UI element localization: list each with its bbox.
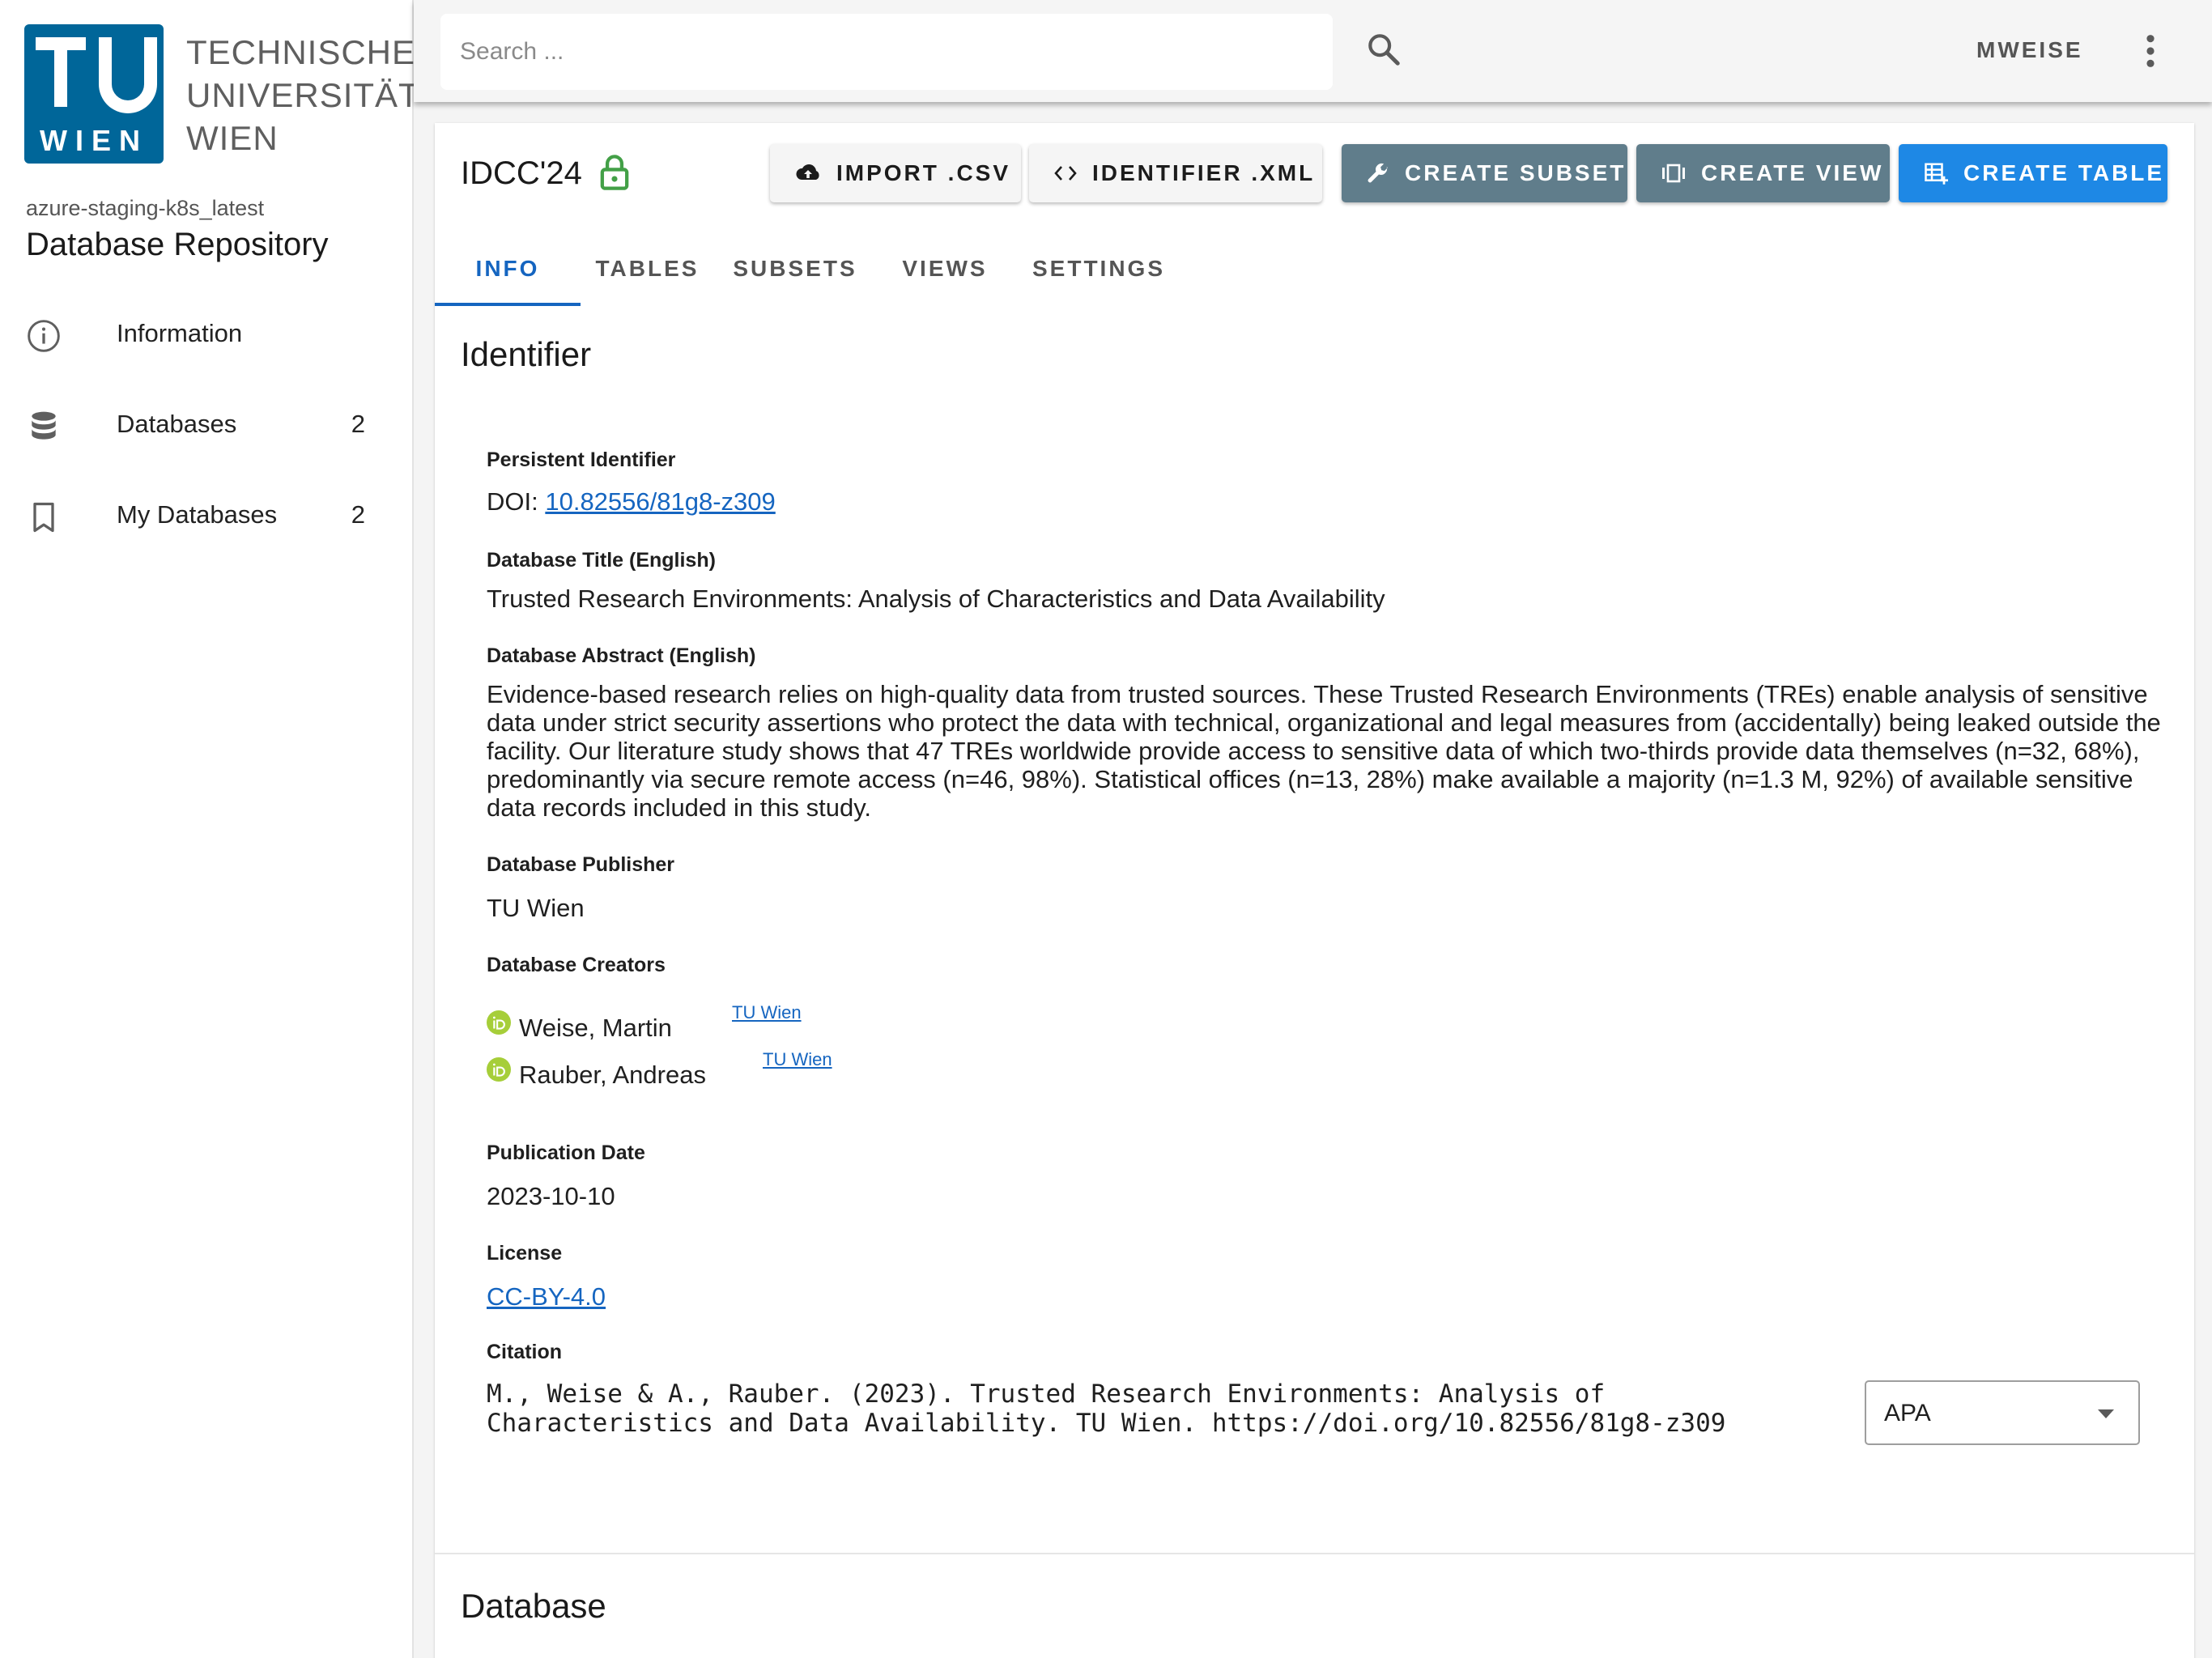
search-icon[interactable] bbox=[1365, 31, 1402, 68]
wordmark-line: UNIVERSITÄT bbox=[186, 76, 420, 114]
wordmark-line: TECHNISCHE bbox=[186, 33, 416, 71]
tab-info[interactable]: INFO bbox=[435, 244, 581, 306]
cloud-upload-icon bbox=[796, 164, 819, 180]
doi-link[interactable]: 10.82556/81g8-z309 bbox=[545, 487, 775, 516]
database-title: IDCC'24 bbox=[461, 155, 582, 191]
sidebar-item-my-databases[interactable]: My Databases 2 bbox=[0, 473, 414, 562]
more-vertical-icon[interactable] bbox=[2138, 32, 2163, 70]
tab-settings[interactable]: SETTINGS bbox=[1014, 244, 1184, 306]
citation-style-value: APA bbox=[1884, 1400, 1931, 1426]
create-view-label: CREATE VIEW bbox=[1701, 160, 1884, 185]
citation-text: M., Weise & A., Rauber. (2023). Trusted … bbox=[487, 1380, 1726, 1438]
create-table-label: CREATE TABLE bbox=[1963, 160, 2165, 185]
search-input[interactable] bbox=[440, 14, 1333, 90]
create-table-button[interactable]: CREATE TABLE bbox=[1899, 144, 2167, 202]
sidebar-item-databases[interactable]: Databases 2 bbox=[0, 382, 414, 471]
orcid-icon[interactable] bbox=[487, 1057, 511, 1082]
environment-label: azure-staging-k8s_latest bbox=[26, 196, 265, 220]
sidebar-item-label: My Databases bbox=[117, 500, 278, 529]
user-menu-button[interactable]: MWEISE bbox=[1976, 37, 2083, 63]
license-value: CC-BY-4.0 bbox=[487, 1282, 606, 1312]
section-title-identifier: Identifier bbox=[461, 335, 592, 373]
persistent-identifier-label: Persistent Identifier bbox=[487, 449, 676, 471]
tab-views[interactable]: VIEWS bbox=[876, 244, 1014, 306]
sidebar-item-information[interactable]: Information bbox=[0, 291, 414, 380]
bookmark-icon bbox=[33, 502, 54, 533]
database-title-label: Database Title (English) bbox=[487, 549, 716, 572]
sidebar-item-count: 2 bbox=[351, 500, 365, 529]
section-divider bbox=[435, 1553, 2194, 1554]
section-title-database: Database bbox=[461, 1587, 606, 1625]
database-tabs: INFO TABLES SUBSETS VIEWS SETTINGS bbox=[435, 244, 1244, 306]
wrench-icon bbox=[1368, 163, 1388, 183]
database-creators-label: Database Creators bbox=[487, 954, 666, 976]
database-title-value: Trusted Research Environments: Analysis … bbox=[487, 585, 1385, 613]
sidebar: WIEN TECHNISCHE UNIVERSITÄT WIEN azure-s… bbox=[0, 0, 419, 1658]
database-detail-card: IDCC'24 IMPORT .CSV IDENTIFIER .XML CREA… bbox=[435, 123, 2194, 1658]
creator-affiliation-link[interactable]: TU Wien bbox=[732, 1002, 802, 1023]
create-subset-button[interactable]: CREATE SUBSET bbox=[1342, 144, 1627, 202]
database-abstract-label: Database Abstract (English) bbox=[487, 644, 756, 667]
database-publisher-label: Database Publisher bbox=[487, 853, 675, 876]
table-plus-icon bbox=[1925, 163, 1948, 185]
chevron-down-icon bbox=[2098, 1409, 2114, 1418]
tu-wien-logo[interactable]: WIEN TECHNISCHE UNIVERSITÄT WIEN bbox=[24, 24, 419, 164]
database-abstract-value: Evidence-based research relies on high-q… bbox=[487, 680, 2161, 822]
wordmark-line: WIEN bbox=[186, 119, 279, 157]
sidebar-item-count: 2 bbox=[351, 410, 365, 438]
creator-name: Weise, Martin bbox=[519, 1014, 672, 1042]
doi-prefix: DOI: bbox=[487, 487, 546, 516]
create-view-button[interactable]: CREATE VIEW bbox=[1636, 144, 1890, 202]
tab-subsets[interactable]: SUBSETS bbox=[714, 244, 876, 306]
license-label: License bbox=[487, 1242, 563, 1265]
citation-style-select[interactable]: APA bbox=[1865, 1380, 2140, 1445]
import-csv-label: IMPORT .CSV bbox=[836, 160, 1011, 185]
info-circle-icon bbox=[28, 320, 60, 352]
search-box bbox=[440, 14, 1333, 90]
view-carousel-icon bbox=[1662, 164, 1685, 183]
app-root: WIEN TECHNISCHE UNIVERSITÄT WIEN azure-s… bbox=[0, 0, 2212, 1658]
sidebar-item-label: Information bbox=[117, 319, 243, 347]
database-publisher-value: TU Wien bbox=[487, 894, 585, 922]
orcid-icon[interactable] bbox=[487, 1010, 511, 1035]
identifier-xml-label: IDENTIFIER .XML bbox=[1092, 160, 1316, 185]
tab-tables[interactable]: TABLES bbox=[581, 244, 714, 306]
lock-open-icon bbox=[600, 155, 629, 190]
creator-affiliation-link[interactable]: TU Wien bbox=[763, 1049, 832, 1070]
tu-wien-logo-mark: WIEN bbox=[24, 24, 164, 164]
code-icon bbox=[1054, 166, 1077, 181]
tu-logo-icon: WIEN bbox=[36, 37, 157, 157]
publication-date-label: Publication Date bbox=[487, 1141, 645, 1164]
citation-label: Citation bbox=[487, 1341, 563, 1363]
svg-text:WIEN: WIEN bbox=[40, 124, 148, 157]
creator-name: Rauber, Andreas bbox=[519, 1061, 706, 1089]
identifier-xml-button[interactable]: IDENTIFIER .XML bbox=[1029, 144, 1322, 202]
license-link[interactable]: CC-BY-4.0 bbox=[487, 1282, 606, 1311]
top-app-bar: MWEISE bbox=[414, 0, 2212, 102]
publication-date-value: 2023-10-10 bbox=[487, 1182, 615, 1210]
import-csv-button[interactable]: IMPORT .CSV bbox=[770, 144, 1021, 202]
app-title: Database Repository bbox=[26, 227, 329, 262]
persistent-identifier-value: DOI: 10.82556/81g8-z309 bbox=[487, 487, 776, 517]
database-icon bbox=[32, 411, 56, 440]
sidebar-item-label: Databases bbox=[117, 410, 237, 438]
tu-wien-wordmark: TECHNISCHE UNIVERSITÄT WIEN bbox=[186, 31, 420, 159]
create-subset-label: CREATE SUBSET bbox=[1405, 160, 1627, 185]
